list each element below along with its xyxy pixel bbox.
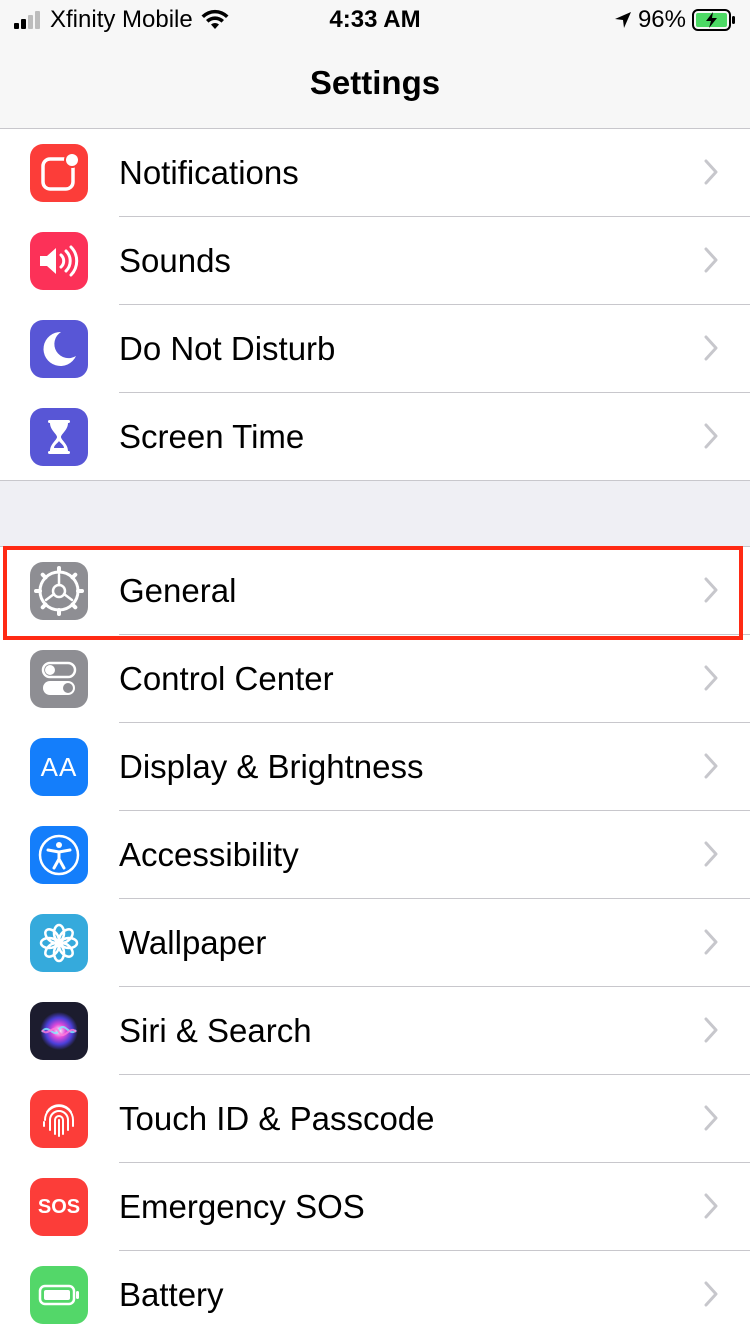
chevron-right-icon <box>704 335 718 361</box>
row-label: Emergency SOS <box>119 1188 365 1225</box>
flower-icon <box>30 914 88 972</box>
row-label: Battery <box>119 1276 224 1313</box>
chevron-right-icon <box>704 247 718 273</box>
sos-glyph: SOS <box>37 1195 81 1218</box>
page-title: Settings <box>309 64 441 101</box>
settings-group-1: Notifications Sounds Do Not Disturb Scre… <box>0 129 750 481</box>
chevron-right-icon <box>704 423 718 449</box>
settings-group-2: General Control Center AA Display & Brig… <box>0 546 750 1339</box>
chevron-right-icon <box>704 841 718 867</box>
settings-row-emergency-sos[interactable]: SOS Emergency SOS <box>0 1163 750 1251</box>
chevron-right-icon <box>704 577 718 603</box>
battery-percent: 96% <box>637 6 686 33</box>
row-label: Display & Brightness <box>119 748 424 785</box>
chevron-right-icon <box>704 159 718 185</box>
row-label: Touch ID & Passcode <box>119 1100 435 1137</box>
location-arrow-icon <box>614 12 631 28</box>
fingerprint-icon <box>30 1090 88 1148</box>
chevron-right-icon <box>704 929 718 955</box>
row-label: Siri & Search <box>119 1012 312 1049</box>
speaker-icon <box>30 232 88 290</box>
status-bar: Xfinity Mobile 4:33 AM 96% <box>0 0 750 40</box>
notifications-icon <box>30 144 88 202</box>
toggles-icon <box>30 650 88 708</box>
row-label: General <box>119 572 237 609</box>
gear-icon <box>30 562 88 620</box>
chevron-right-icon <box>704 753 718 779</box>
status-right: 96% <box>614 6 736 34</box>
settings-row-battery[interactable]: Battery <box>0 1251 750 1339</box>
settings-row-wallpaper[interactable]: Wallpaper <box>0 899 750 987</box>
settings-row-notifications[interactable]: Notifications <box>0 129 750 217</box>
row-label: Notifications <box>119 154 299 191</box>
settings-row-accessibility[interactable]: Accessibility <box>0 811 750 899</box>
settings-row-general[interactable]: General <box>0 547 750 635</box>
text-size-glyph: AA <box>40 751 78 782</box>
chevron-right-icon <box>704 1017 718 1043</box>
text-size-icon: AA <box>30 738 88 796</box>
row-label: Screen Time <box>119 418 305 455</box>
row-separator <box>0 480 750 481</box>
settings-row-screen-time[interactable]: Screen Time <box>0 393 750 481</box>
navigation-bar: Settings <box>0 40 750 129</box>
accessibility-icon <box>30 826 88 884</box>
chevron-right-icon <box>704 1281 718 1307</box>
row-label: Wallpaper <box>119 924 267 961</box>
settings-row-siri-search[interactable]: Siri & Search <box>0 987 750 1075</box>
chevron-right-icon <box>704 665 718 691</box>
row-label: Do Not Disturb <box>119 330 336 367</box>
hourglass-icon <box>30 408 88 466</box>
settings-row-sounds[interactable]: Sounds <box>0 217 750 305</box>
settings-row-display-brightness[interactable]: AA Display & Brightness <box>0 723 750 811</box>
chevron-right-icon <box>704 1193 718 1219</box>
battery-charging-icon <box>692 9 735 31</box>
siri-icon <box>30 1002 88 1060</box>
row-label: Sounds <box>119 242 231 279</box>
sos-icon: SOS <box>30 1178 88 1236</box>
battery-icon <box>30 1266 88 1324</box>
settings-row-control-center[interactable]: Control Center <box>0 635 750 723</box>
moon-icon <box>30 320 88 378</box>
row-label: Accessibility <box>119 836 299 873</box>
chevron-right-icon <box>704 1105 718 1131</box>
row-label: Control Center <box>119 660 334 697</box>
settings-row-touch-id-passcode[interactable]: Touch ID & Passcode <box>0 1075 750 1163</box>
settings-row-do-not-disturb[interactable]: Do Not Disturb <box>0 305 750 393</box>
